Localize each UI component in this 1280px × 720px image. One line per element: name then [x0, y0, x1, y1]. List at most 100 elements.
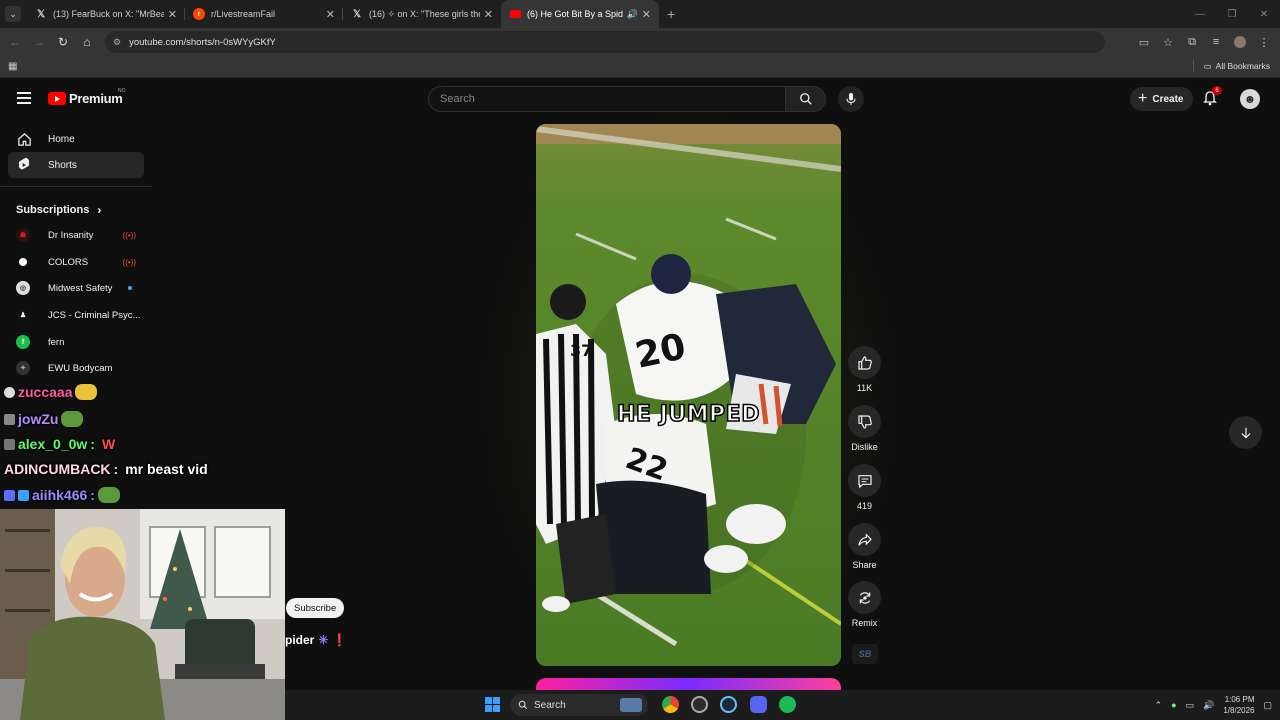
- sidebar-item-home[interactable]: Home: [8, 126, 144, 152]
- channel-avatar: ◎: [16, 281, 30, 295]
- like-count: 11K: [856, 383, 873, 393]
- channel-avatar: [16, 255, 30, 269]
- sidebar-item-label: Shorts: [48, 159, 77, 171]
- tab-title: (6) He Got Bit By a Spider: [527, 9, 623, 19]
- new-tab-icon[interactable]: +: [667, 6, 675, 22]
- remix-button[interactable]: Remix: [848, 581, 881, 628]
- exclamation-icon: ❗: [332, 633, 348, 647]
- notification-center-icon[interactable]: ▢: [1263, 700, 1272, 711]
- menu-icon[interactable]: [17, 92, 31, 104]
- cast-icon[interactable]: ▭: [1134, 32, 1154, 52]
- reload-icon[interactable]: ↻: [51, 30, 75, 54]
- comments-button[interactable]: 419: [848, 464, 881, 511]
- subscription-item[interactable]: ♟ JCS - Criminal Psyc...: [16, 305, 144, 325]
- like-button[interactable]: 11K: [848, 346, 881, 393]
- discord-icon[interactable]: [750, 696, 767, 713]
- chat-username: zuccaaa: [18, 384, 73, 400]
- all-bookmarks-button[interactable]: ▭ All Bookmarks: [1192, 60, 1270, 72]
- skull-badge-icon: [4, 386, 15, 398]
- more-menu-icon[interactable]: ⋮: [1254, 32, 1274, 52]
- taskbar-search[interactable]: Search: [510, 694, 648, 716]
- clock[interactable]: 1:06 PM 1/8/2026: [1223, 694, 1254, 716]
- new-content-dot: [128, 286, 132, 290]
- close-tab-icon[interactable]: ✕: [326, 8, 335, 21]
- subscribe-button[interactable]: Subscribe: [286, 598, 345, 618]
- folder-icon: ▭: [1203, 60, 1212, 71]
- taskbar-search-label: Search: [534, 699, 566, 711]
- notifications-button[interactable]: 6: [1202, 86, 1222, 108]
- video-caption: HE JUMPED: [616, 401, 760, 428]
- x-logo-icon: 𝕏: [36, 8, 46, 20]
- minimize-icon[interactable]: —: [1184, 0, 1216, 28]
- chrome-icon[interactable]: [662, 696, 679, 713]
- share-button[interactable]: Share: [848, 523, 881, 570]
- chevron-up-icon[interactable]: ⌃: [1155, 700, 1163, 711]
- bookmark-star-icon[interactable]: ☆: [1158, 32, 1178, 52]
- sound-thumbnail-icon[interactable]: SB: [852, 644, 878, 664]
- network-icon[interactable]: ▭: [1186, 700, 1195, 711]
- tab-title: (16) ✧ on X: "These girls thoug: [369, 8, 480, 19]
- create-button[interactable]: + Create: [1130, 87, 1194, 111]
- tab-1[interactable]: 𝕏 (13) FearBuck on X: "MrBeast re ✕: [27, 0, 185, 28]
- tab-4-active[interactable]: (6) He Got Bit By a Spider 🔊 ✕: [501, 0, 659, 28]
- app-icon[interactable]: [691, 696, 708, 713]
- emote-icon: [75, 384, 98, 400]
- account-avatar[interactable]: ☻: [1240, 89, 1260, 109]
- subscription-item[interactable]: ☗ Dr Insanity ((•)): [16, 225, 144, 245]
- subscription-item[interactable]: f fern: [16, 332, 144, 352]
- comments-circle[interactable]: [848, 464, 881, 497]
- subscription-item[interactable]: COLORS ((•)): [16, 252, 144, 272]
- chat-colon: :: [90, 487, 95, 503]
- media-controls-icon[interactable]: ≡: [1206, 32, 1226, 52]
- microphone-icon: [846, 93, 856, 105]
- tab-strip: ⌄ 𝕏 (13) FearBuck on X: "MrBeast re ✕ r …: [0, 0, 1280, 28]
- tab-2[interactable]: r r/LivestreamFail ✕: [185, 0, 343, 28]
- chat-username: jowZu: [18, 411, 59, 427]
- share-circle[interactable]: [848, 523, 881, 556]
- windows-taskbar: Search ⌃ ● ▭ 🔊 1:06 PM 1/8/2026 ▢: [285, 690, 1280, 720]
- address-bar[interactable]: ⚙ youtube.com/shorts/n-0sWYyGKfY: [105, 31, 1105, 53]
- next-short-button[interactable]: [1229, 416, 1262, 449]
- subscription-item[interactable]: ◎ Midwest Safety: [16, 278, 144, 298]
- x-logo-icon: 𝕏: [352, 8, 362, 20]
- close-tab-icon[interactable]: ✕: [642, 8, 651, 21]
- tab-3[interactable]: 𝕏 (16) ✧ on X: "These girls thoug ✕: [343, 0, 501, 28]
- speaker-icon[interactable]: 🔊: [627, 9, 638, 20]
- dislike-button[interactable]: Dislike: [848, 405, 881, 452]
- search-placeholder: Search: [440, 93, 475, 105]
- dislike-circle[interactable]: [848, 405, 881, 438]
- close-tab-icon[interactable]: ✕: [484, 8, 493, 21]
- restore-icon[interactable]: ❐: [1216, 0, 1248, 28]
- steam-icon[interactable]: [720, 696, 737, 713]
- close-window-icon[interactable]: ✕: [1248, 0, 1280, 28]
- home-icon[interactable]: ⌂: [75, 30, 99, 54]
- close-tab-icon[interactable]: ✕: [168, 8, 177, 21]
- windows-start-icon[interactable]: [485, 697, 500, 712]
- extensions-icon[interactable]: ⧉: [1182, 32, 1202, 52]
- microphone-icon[interactable]: ●: [1171, 700, 1176, 710]
- shorts-icon: [16, 157, 32, 173]
- sidebar-item-shorts[interactable]: Shorts: [8, 152, 144, 178]
- tab-search-button[interactable]: ⌄: [5, 6, 21, 22]
- share-arrow-icon: [857, 532, 872, 546]
- live-indicator-icon: ((•)): [122, 230, 136, 240]
- toolbar-actions: ▭ ☆ ⧉ ≡ ⋮: [1134, 32, 1274, 52]
- tab-title: r/LivestreamFail: [211, 9, 276, 19]
- volume-icon[interactable]: 🔊: [1203, 700, 1214, 711]
- profile-avatar[interactable]: [1230, 32, 1250, 52]
- remix-circle[interactable]: [848, 581, 881, 614]
- site-info-icon[interactable]: ⚙: [113, 37, 121, 48]
- apps-grid-icon[interactable]: ▦: [8, 61, 17, 72]
- shorts-video-player[interactable]: 20 22 37 HE JUMPED: [536, 124, 841, 666]
- svg-text:37: 37: [570, 341, 592, 360]
- spotify-icon[interactable]: [779, 696, 796, 713]
- youtube-premium-logo[interactable]: Premium NO: [48, 88, 126, 106]
- badge-icon: [4, 413, 15, 425]
- subscriptions-header[interactable]: Subscriptions ›: [16, 203, 101, 217]
- back-icon[interactable]: ←: [3, 30, 27, 54]
- subscription-item[interactable]: ✦ EWU Bodycam: [16, 358, 144, 378]
- forward-icon[interactable]: →: [27, 30, 51, 54]
- like-circle[interactable]: [848, 346, 881, 379]
- subscriptions-title: Subscriptions: [16, 204, 90, 216]
- streamer-webcam: [0, 509, 285, 720]
